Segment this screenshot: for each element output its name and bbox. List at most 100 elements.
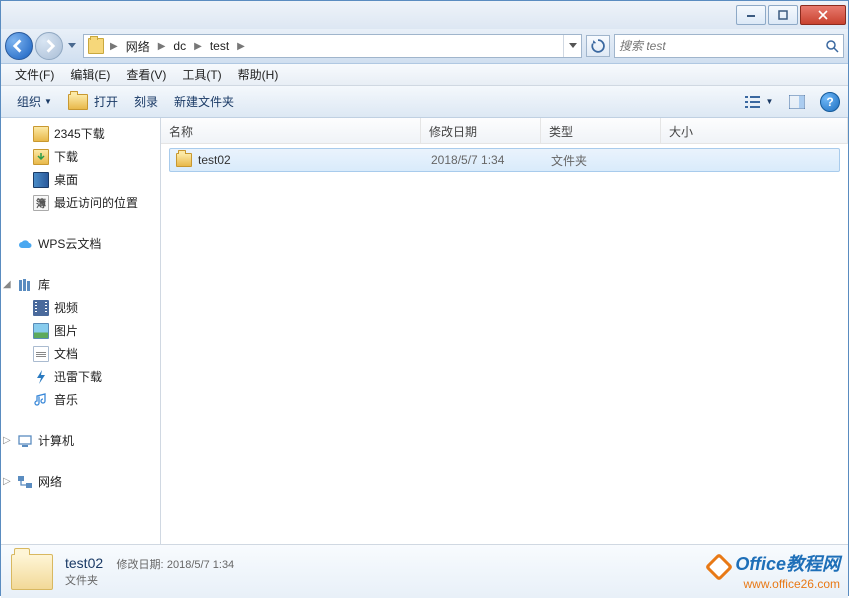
chevron-down-icon: ▼ (766, 97, 774, 106)
sidebar-item-label: 视频 (54, 299, 78, 316)
forward-button[interactable] (35, 32, 63, 60)
navigation-pane[interactable]: 2345下载 下载 桌面 簿最近访问的位置 WPS云文档 ◢库 视频 图片 文档… (1, 118, 161, 544)
sidebar-item-recent[interactable]: 簿最近访问的位置 (1, 191, 160, 214)
music-icon (33, 392, 49, 408)
sidebar-item-network[interactable]: ▷网络 (1, 470, 160, 493)
sidebar-item-label: 最近访问的位置 (54, 194, 138, 211)
desktop-icon (33, 172, 49, 188)
nav-bar: ▶ 网络 ▶ dc ▶ test ▶ (1, 29, 848, 64)
watermark-brand-cn: 教程网 (786, 554, 840, 574)
folder-icon (176, 153, 192, 167)
open-label: 打开 (94, 93, 118, 110)
column-date[interactable]: 修改日期 (421, 118, 541, 143)
sidebar-item-label: 音乐 (54, 391, 78, 408)
sidebar-item-label: 2345下载 (54, 125, 105, 142)
sidebar-item-documents[interactable]: 文档 (1, 342, 160, 365)
sidebar-item-label: 库 (38, 276, 50, 293)
video-icon (33, 300, 49, 316)
column-name[interactable]: 名称 (161, 118, 421, 143)
sidebar-item-downloads[interactable]: 下载 (1, 145, 160, 168)
organize-button[interactable]: 组织 ▼ (9, 93, 60, 110)
body: 2345下载 下载 桌面 簿最近访问的位置 WPS云文档 ◢库 视频 图片 文档… (1, 118, 848, 544)
open-button[interactable]: 打开 (60, 93, 126, 110)
sidebar-item-videos[interactable]: 视频 (1, 296, 160, 319)
breadcrumb-test[interactable]: test (204, 35, 235, 57)
expand-icon[interactable]: ▷ (3, 476, 13, 487)
burn-button[interactable]: 刻录 (126, 93, 166, 110)
thunder-icon (33, 369, 49, 385)
help-button[interactable]: ? (820, 92, 840, 112)
file-date-cell: 2018/5/7 1:34 (425, 153, 545, 167)
preview-pane-button[interactable] (782, 91, 812, 113)
sidebar-item-2345download[interactable]: 2345下载 (1, 122, 160, 145)
breadcrumb-bar[interactable]: ▶ 网络 ▶ dc ▶ test ▶ (83, 34, 582, 58)
search-input[interactable] (619, 39, 825, 53)
search-icon (825, 39, 839, 53)
sidebar-item-desktop[interactable]: 桌面 (1, 168, 160, 191)
file-list-pane: 名称 修改日期 类型 大小 test02 2018/5/7 1:34 文件夹 (161, 118, 848, 544)
breadcrumb-dropdown[interactable] (563, 35, 581, 57)
file-type-cell: 文件夹 (545, 152, 665, 169)
watermark-url: www.office26.com (709, 577, 840, 591)
back-button[interactable] (5, 32, 33, 60)
titlebar (1, 1, 848, 29)
column-type[interactable]: 类型 (541, 118, 661, 143)
network-icon (17, 474, 33, 490)
minimize-button[interactable] (736, 5, 766, 25)
menu-tools[interactable]: 工具(T) (174, 66, 229, 83)
view-mode-button[interactable]: ▼ (744, 91, 774, 113)
menu-help[interactable]: 帮助(H) (230, 66, 287, 83)
pictures-icon (33, 323, 49, 339)
menu-edit[interactable]: 编辑(E) (62, 66, 118, 83)
history-dropdown[interactable] (65, 34, 79, 58)
newfolder-label: 新建文件夹 (174, 93, 234, 110)
breadcrumb-separator: ▶ (108, 41, 120, 52)
sidebar-item-label: 文档 (54, 345, 78, 362)
newfolder-button[interactable]: 新建文件夹 (166, 93, 242, 110)
sidebar-item-wpscloud[interactable]: WPS云文档 (1, 232, 160, 255)
sidebar-item-pictures[interactable]: 图片 (1, 319, 160, 342)
sidebar-item-computer[interactable]: ▷ 计算机 (1, 429, 160, 452)
details-date: 2018/5/7 1:34 (167, 559, 234, 571)
menu-view[interactable]: 查看(V) (118, 66, 174, 83)
organize-label: 组织 (17, 93, 41, 110)
list-view-icon (745, 95, 763, 109)
preview-pane-icon (789, 95, 805, 109)
help-icon: ? (826, 95, 833, 109)
sidebar-item-music[interactable]: 音乐 (1, 388, 160, 411)
refresh-icon (591, 39, 605, 53)
search-box[interactable] (614, 34, 844, 58)
sidebar-item-label: 迅雷下载 (54, 368, 102, 385)
cloud-icon (17, 236, 33, 252)
expand-icon[interactable]: ▷ (3, 435, 13, 446)
maximize-button[interactable] (768, 5, 798, 25)
watermark-brand: Office (735, 554, 786, 574)
column-headers: 名称 修改日期 类型 大小 (161, 118, 848, 144)
close-button[interactable] (800, 5, 846, 25)
sidebar-item-libraries[interactable]: ◢库 (1, 273, 160, 296)
column-size[interactable]: 大小 (661, 118, 848, 143)
watermark: Office教程网 www.office26.com (709, 550, 840, 591)
forward-arrow-icon (42, 39, 56, 53)
chevron-down-icon (569, 43, 577, 49)
expand-icon[interactable]: ◢ (3, 279, 13, 290)
chevron-down-icon (68, 43, 76, 49)
close-icon (818, 10, 828, 20)
sidebar-item-label: 计算机 (38, 432, 74, 449)
toolbar: 组织 ▼ 打开 刻录 新建文件夹 ▼ ? (1, 86, 848, 118)
folder-icon (11, 554, 53, 590)
sidebar-item-thunder[interactable]: 迅雷下载 (1, 365, 160, 388)
explorer-window: ▶ 网络 ▶ dc ▶ test ▶ 文件(F) 编辑(E) 查看(V) 工具(… (0, 0, 849, 596)
menu-file[interactable]: 文件(F) (7, 66, 62, 83)
details-name: test02 (65, 555, 103, 571)
back-arrow-icon (12, 39, 26, 53)
breadcrumb-dc[interactable]: dc (167, 35, 192, 57)
window-controls (736, 5, 848, 25)
file-name: test02 (198, 153, 231, 167)
file-row[interactable]: test02 2018/5/7 1:34 文件夹 (169, 148, 840, 172)
file-name-cell: test02 (170, 153, 425, 167)
refresh-button[interactable] (586, 35, 610, 57)
breadcrumb-network[interactable]: 网络 (120, 35, 156, 57)
recent-icon: 簿 (33, 195, 49, 211)
details-text: test02 修改日期: 2018/5/7 1:34 文件夹 (65, 555, 234, 588)
